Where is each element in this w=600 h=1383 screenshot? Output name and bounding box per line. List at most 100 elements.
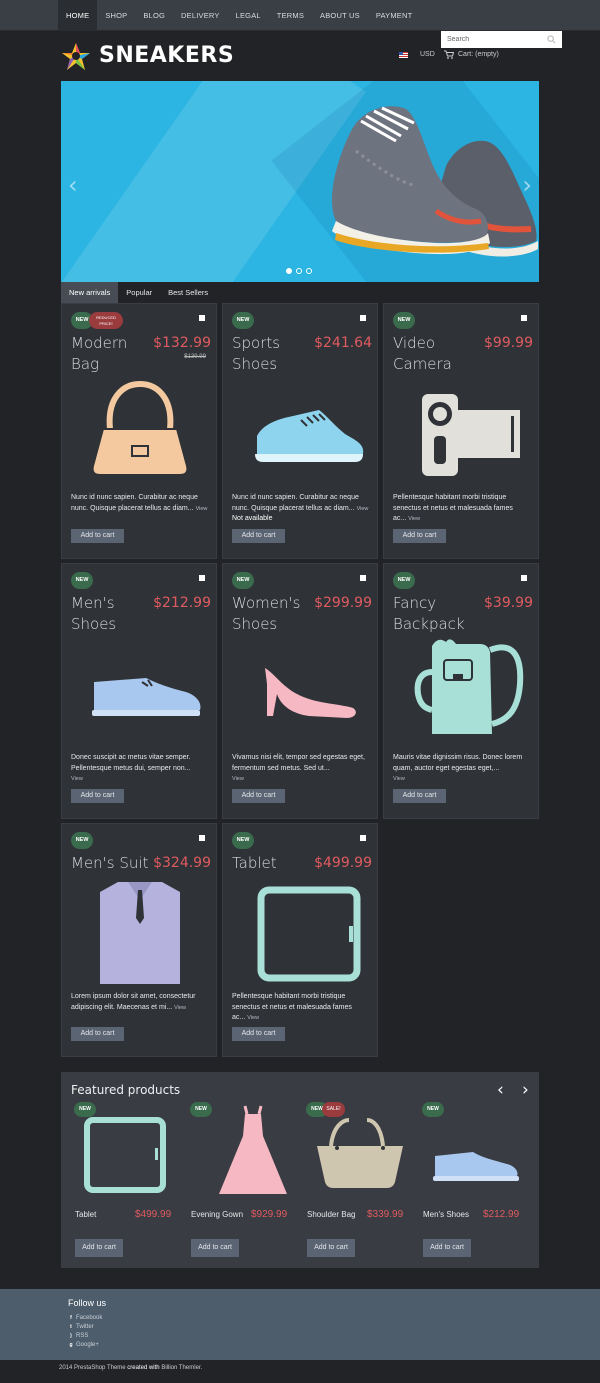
- add-to-cart-button[interactable]: Add to cart: [423, 1239, 471, 1257]
- rss-label: RSS: [76, 1333, 89, 1339]
- slider-dot-2[interactable]: [296, 268, 302, 274]
- product-card[interactable]: NEW Video Camera $99.99 Pellentesque hab…: [383, 303, 539, 559]
- nav-home[interactable]: HOME: [58, 0, 98, 31]
- add-to-cart-button[interactable]: Add to cart: [71, 789, 124, 803]
- tablet-icon[interactable]: [223, 882, 379, 992]
- view-link[interactable]: View: [71, 776, 83, 782]
- copyright-author[interactable]: Billion Themler: [161, 1365, 200, 1371]
- tab-popular[interactable]: Popular: [118, 282, 160, 303]
- add-to-cart-button[interactable]: Add to cart: [232, 789, 285, 803]
- product-name[interactable]: Men's Shoes: [71, 593, 155, 635]
- product-description: Nunc id nunc sapien. Curabitur ac neque …: [71, 493, 213, 514]
- facebook-link[interactable]: f Facebook: [68, 1315, 102, 1321]
- add-to-cart-button[interactable]: Add to cart: [393, 529, 446, 543]
- bag-icon[interactable]: [62, 374, 218, 484]
- featured-prev-arrow[interactable]: ‹: [497, 1080, 504, 1100]
- search-icon[interactable]: [547, 35, 556, 44]
- featured-item-name[interactable]: Shoulder Bag: [307, 1209, 361, 1221]
- product-price: $99.99: [484, 335, 533, 351]
- nav-payment[interactable]: PAYMENT: [368, 0, 421, 31]
- product-card[interactable]: NEW Fancy Backpack $39.99 Mauris vitae d…: [383, 563, 539, 819]
- tab-best-sellers[interactable]: Best Sellers: [160, 282, 216, 303]
- add-to-cart-button[interactable]: Add to cart: [191, 1239, 239, 1257]
- backpack-icon[interactable]: [384, 634, 540, 744]
- new-badge: NEW: [232, 832, 254, 849]
- product-name[interactable]: Women's Shoes: [232, 593, 316, 635]
- compare-checkbox[interactable]: [360, 835, 366, 841]
- product-price: $212.99: [153, 595, 211, 611]
- compare-checkbox[interactable]: [360, 575, 366, 581]
- featured-item-name[interactable]: Men's Shoes: [423, 1209, 483, 1221]
- nav-delivery[interactable]: DELIVERY: [173, 0, 228, 31]
- nav-about-us[interactable]: ABOUT US: [312, 0, 368, 31]
- view-link[interactable]: View: [196, 506, 208, 512]
- rss-link[interactable]: ) RSS: [68, 1333, 88, 1339]
- add-to-cart-button[interactable]: Add to cart: [232, 529, 285, 543]
- view-link[interactable]: View: [408, 516, 420, 522]
- featured-item-name[interactable]: Evening Gown: [191, 1209, 245, 1221]
- twitter-icon: t: [70, 1324, 72, 1330]
- currency-selector[interactable]: USD: [420, 51, 435, 58]
- product-name[interactable]: Modern Bag: [71, 333, 155, 375]
- copyright-mid: created with: [127, 1365, 160, 1371]
- compare-checkbox[interactable]: [199, 315, 205, 321]
- compare-checkbox[interactable]: [521, 575, 527, 581]
- product-card[interactable]: NEW Women's Shoes $299.99 Vivamus nisi e…: [222, 563, 378, 819]
- add-to-cart-button[interactable]: Add to cart: [71, 1027, 124, 1041]
- cart-icon: [444, 50, 454, 59]
- view-link[interactable]: View: [174, 1005, 186, 1011]
- product-description: Donec suscipit ac metus vitae semper. Pe…: [71, 753, 213, 785]
- product-name[interactable]: Men's Suit: [71, 853, 161, 874]
- featured-item[interactable]: NEW SALE! Shoulder Bag $339.99 Add to ca…: [293, 1100, 405, 1268]
- nav-legal[interactable]: LEGAL: [228, 0, 269, 31]
- featured-item[interactable]: NEW Tablet $499.99 Add to cart: [61, 1100, 173, 1268]
- product-card[interactable]: NEW REDUCED PRICE! Modern Bag $132.99 $1…: [61, 303, 217, 559]
- view-link[interactable]: View: [232, 776, 244, 782]
- twitter-link[interactable]: t Twitter: [68, 1324, 94, 1330]
- add-to-cart-button[interactable]: Add to cart: [75, 1239, 123, 1257]
- google-plus-link[interactable]: g Google+: [68, 1342, 98, 1348]
- product-card[interactable]: NEW Sports Shoes $241.64 Nunc id nunc sa…: [222, 303, 378, 559]
- view-link[interactable]: View: [247, 1015, 259, 1021]
- add-to-cart-button[interactable]: Add to cart: [232, 1027, 285, 1041]
- compare-checkbox[interactable]: [360, 315, 366, 321]
- product-card[interactable]: NEW Tablet $499.99 Pellentesque habitant…: [222, 823, 378, 1057]
- compare-checkbox[interactable]: [521, 315, 527, 321]
- featured-item-price: $339.99: [367, 1209, 404, 1220]
- site-logo[interactable]: SNEAKERS: [61, 40, 271, 74]
- cart-link[interactable]: Cart: (empty): [444, 50, 499, 59]
- add-to-cart-button[interactable]: Add to cart: [307, 1239, 355, 1257]
- copyright-brand[interactable]: PrestaShop Theme: [74, 1365, 126, 1371]
- add-to-cart-button[interactable]: Add to cart: [71, 529, 124, 543]
- featured-next-arrow[interactable]: ›: [522, 1080, 529, 1100]
- featured-item[interactable]: NEW Evening Gown $929.99 Add to cart: [177, 1100, 289, 1268]
- product-description: Vivamus nisi elit, tempor sed egestas eg…: [232, 753, 374, 785]
- featured-item-name[interactable]: Tablet: [75, 1209, 129, 1221]
- product-name[interactable]: Fancy Backpack: [393, 593, 477, 635]
- add-to-cart-button[interactable]: Add to cart: [393, 789, 446, 803]
- heel-icon[interactable]: [223, 634, 379, 744]
- video-camera-icon[interactable]: [384, 374, 540, 484]
- mens-shoe-icon[interactable]: [62, 634, 218, 744]
- sneaker-icon[interactable]: [223, 374, 379, 484]
- us-flag-icon[interactable]: [399, 52, 408, 58]
- slider-dot-1[interactable]: [286, 268, 292, 274]
- suit-icon[interactable]: [62, 878, 218, 988]
- slider-prev-arrow[interactable]: ‹: [68, 171, 78, 199]
- slider-dot-3[interactable]: [306, 268, 312, 274]
- search-input[interactable]: [441, 31, 545, 48]
- compare-checkbox[interactable]: [199, 575, 205, 581]
- nav-shop[interactable]: SHOP: [97, 0, 135, 31]
- featured-item[interactable]: NEW Men's Shoes $212.99 Add to cart: [409, 1100, 521, 1268]
- product-card[interactable]: NEW Men's Suit $324.99 Lorem ipsum dolor…: [61, 823, 217, 1057]
- product-name[interactable]: Video Camera: [393, 333, 477, 375]
- product-name[interactable]: Tablet: [232, 853, 316, 874]
- view-link[interactable]: View: [393, 776, 405, 782]
- product-card[interactable]: NEW Men's Shoes $212.99 Donec suscipit a…: [61, 563, 217, 819]
- nav-terms[interactable]: TERMS: [269, 0, 312, 31]
- compare-checkbox[interactable]: [199, 835, 205, 841]
- nav-blog[interactable]: BLOG: [135, 0, 173, 31]
- tab-new-arrivals[interactable]: New arrivals: [61, 282, 119, 303]
- view-link[interactable]: View: [357, 506, 369, 512]
- product-name[interactable]: Sports Shoes: [232, 333, 316, 375]
